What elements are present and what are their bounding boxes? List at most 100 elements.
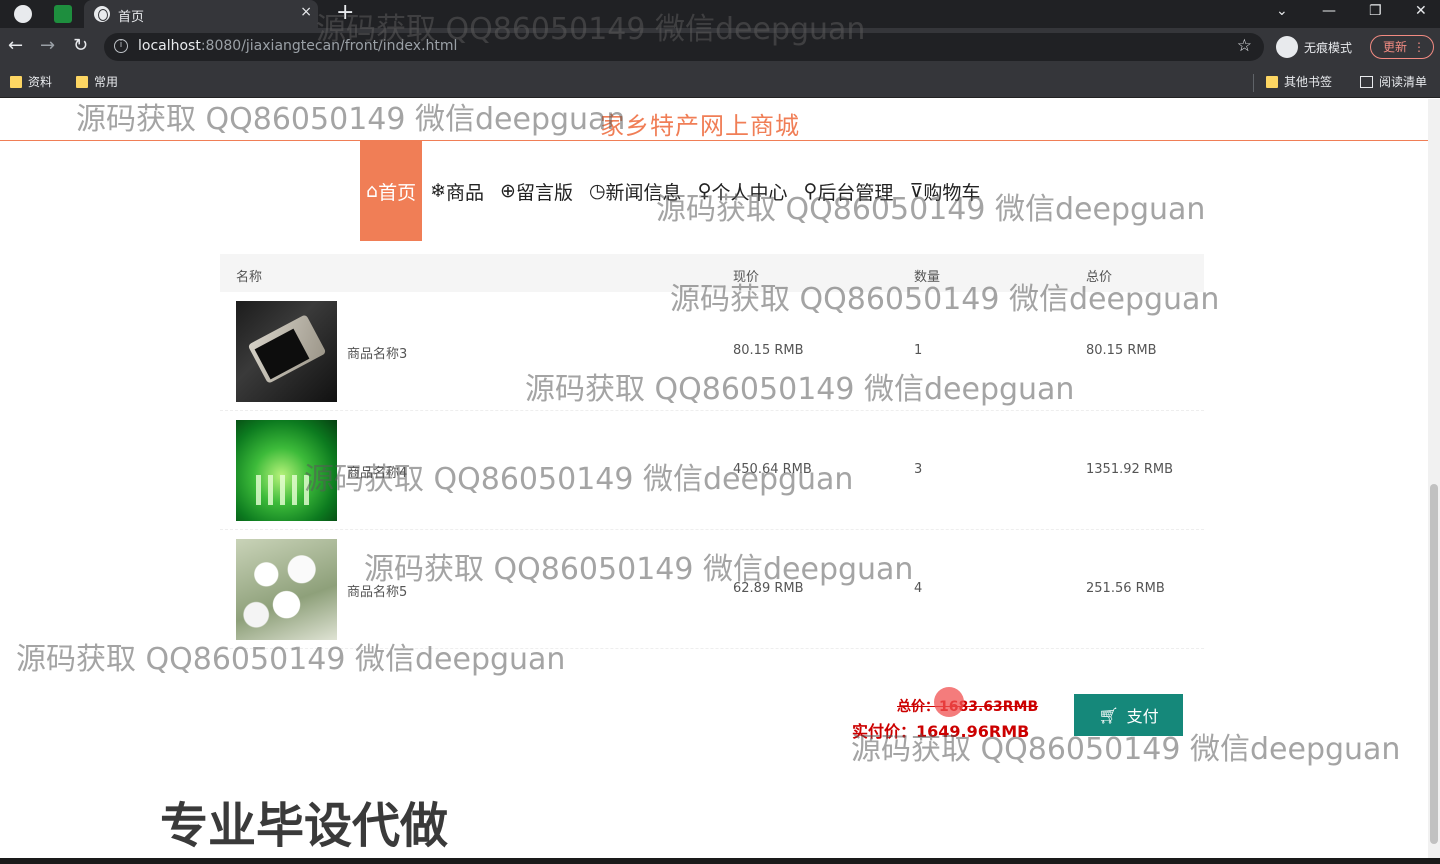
cart-row: 商品名称4 450.64 RMB 3 1351.92 RMB: [220, 411, 1204, 530]
update-label: 更新: [1383, 40, 1408, 54]
pay-label: 支付: [1126, 707, 1159, 726]
header-qty: 数量: [914, 270, 941, 285]
cart-row: 商品名称3 80.15 RMB 1 80.15 RMB: [220, 292, 1204, 411]
product-qty: 1: [914, 343, 923, 358]
reading-list-label: 阅读清单: [1379, 75, 1428, 89]
bookmark-folder-changyong[interactable]: 常用: [76, 73, 118, 90]
other-bookmarks[interactable]: 其他书签: [1266, 73, 1332, 90]
site-title: 家乡特产网上商城: [600, 112, 800, 140]
user-icon: ♀: [697, 180, 712, 202]
nav-label: 购物车: [923, 181, 981, 204]
tab-search-chevron-icon[interactable]: ⌄: [1276, 3, 1288, 19]
total-actual-price: 实付价：1649.96RMB: [852, 722, 1030, 741]
reading-list-icon: [1360, 75, 1373, 88]
tab-search-icon[interactable]: [54, 5, 72, 23]
incognito-label: 无痕模式: [1304, 40, 1353, 55]
clock-icon: ◷: [588, 180, 606, 202]
nav-label: 后台管理: [817, 181, 894, 204]
bookmark-divider: [1253, 74, 1254, 92]
product-total: 80.15 RMB: [1086, 343, 1157, 358]
bookmark-label: 常用: [94, 75, 119, 89]
bookmark-folder-ziliao[interactable]: 资料: [10, 73, 52, 90]
folder-icon: [1266, 75, 1278, 88]
product-image-phone[interactable]: [236, 301, 337, 402]
more-menu-icon[interactable]: ⋮: [1413, 36, 1425, 58]
product-image-flower[interactable]: [236, 539, 337, 640]
folder-icon: [76, 75, 88, 88]
url-path: :8080/jiaxiangtecan/front/index.html: [200, 38, 458, 54]
cart-summary: 总价：1683.63RMB 实付价：1649.96RMB 🛒︎ 支付: [220, 674, 1204, 764]
browser-tab-strip: 首页 × + ⌄ — ❐ ✕: [0, 0, 1440, 28]
minimize-icon[interactable]: —: [1322, 3, 1336, 19]
bookmark-star-icon[interactable]: ☆: [1237, 36, 1252, 56]
cart-icon: ⊽: [909, 180, 924, 202]
pay-button[interactable]: 🛒︎ 支付: [1074, 694, 1183, 736]
message-icon: ⊕: [500, 180, 516, 202]
site-info-icon[interactable]: i: [114, 39, 128, 53]
url-host: localhost: [138, 38, 201, 54]
snowflake-icon: ❄: [430, 180, 446, 202]
cart-row: 商品名称5 62.89 RMB 4 251.56 RMB: [220, 530, 1204, 649]
product-price: 450.64 RMB: [733, 462, 812, 477]
browser-toolbar: ← → ↻ i localhost:8080/jiaxiangtecan/fro…: [0, 28, 1440, 66]
product-price: 62.89 RMB: [733, 581, 804, 596]
nav-profile[interactable]: ♀ 个人中心: [690, 141, 796, 241]
nav-label: 首页: [378, 181, 417, 204]
incognito-icon: [1276, 36, 1298, 58]
cart-header-row: 名称 现价 数量 总价: [220, 254, 1204, 292]
nav-news[interactable]: ◷ 新闻信息: [581, 141, 690, 241]
product-name[interactable]: 商品名称5: [347, 581, 407, 600]
product-image-green[interactable]: [236, 420, 337, 521]
main-nav: ⌂ 首页 ❄ 商品 ⊕ 留言版 ◷ 新闻信息 ♀ 个人中心 ⚲ 后台管理 ⊽ 购物车: [360, 141, 988, 241]
bottom-edge: [0, 858, 1440, 864]
header-name: 名称: [236, 270, 263, 285]
header-total: 总价: [1086, 270, 1113, 285]
address-bar[interactable]: i localhost:8080/jiaxiangtecan/front/ind…: [104, 33, 1264, 61]
product-qty: 4: [914, 581, 923, 596]
bookmarks-bar: 资料 常用 其他书签 阅读清单: [0, 66, 1440, 98]
site-header: 家乡特产网上商城: [0, 99, 1428, 141]
total-original-price: 总价：1683.63RMB: [897, 699, 1039, 715]
nav-cart[interactable]: ⊽ 购物车: [901, 141, 988, 241]
reading-list[interactable]: 阅读清单: [1360, 73, 1427, 90]
product-name[interactable]: 商品名称4: [347, 462, 407, 481]
close-window-icon[interactable]: ✕: [1415, 3, 1427, 19]
product-price: 80.15 RMB: [733, 343, 804, 358]
web-page: 家乡特产网上商城 ⌂ 首页 ❄ 商品 ⊕ 留言版 ◷ 新闻信息 ♀ 个人中心 ⚲ 后台管理 …: [0, 99, 1440, 864]
nav-messages[interactable]: ⊕ 留言版: [492, 141, 581, 241]
product-name[interactable]: 商品名称3: [347, 343, 407, 362]
url-text[interactable]: localhost:8080/jiaxiangtecan/front/index…: [138, 38, 457, 54]
link-icon: ⚲: [803, 180, 818, 202]
reload-icon[interactable]: ↻: [73, 36, 88, 56]
bookmark-label: 资料: [28, 75, 53, 89]
update-button[interactable]: 更新 ⋮: [1370, 35, 1434, 59]
browser-app-icon[interactable]: [14, 5, 32, 23]
forward-icon[interactable]: →: [40, 36, 55, 56]
nav-label: 个人中心: [711, 181, 788, 204]
page-scrollbar[interactable]: [1428, 99, 1440, 864]
tab-close-icon[interactable]: ×: [300, 4, 312, 20]
home-icon: ⌂: [366, 180, 379, 202]
back-icon[interactable]: ←: [8, 36, 23, 56]
nav-home[interactable]: ⌂ 首页: [360, 141, 423, 241]
nav-label: 商品: [446, 181, 485, 204]
nav-label: 新闻信息: [605, 181, 682, 204]
restore-icon[interactable]: ❐: [1369, 3, 1382, 19]
incognito-indicator[interactable]: 无痕模式: [1276, 35, 1352, 59]
cursor-highlight: [934, 687, 964, 717]
header-price: 现价: [733, 270, 760, 285]
tab-title: 首页: [118, 10, 145, 25]
promo-overlay-text: 专业毕设代做: [160, 798, 449, 854]
new-tab-button[interactable]: +: [336, 1, 354, 25]
globe-icon: [94, 6, 110, 22]
folder-icon: [10, 75, 22, 88]
product-qty: 3: [914, 462, 923, 477]
cart-icon: 🛒︎: [1098, 705, 1119, 725]
product-total: 1351.92 RMB: [1086, 462, 1174, 477]
browser-tab-active[interactable]: 首页 ×: [84, 0, 318, 28]
scrollbar-thumb[interactable]: [1430, 484, 1438, 844]
product-total: 251.56 RMB: [1086, 581, 1165, 596]
nav-products[interactable]: ❄ 商品: [422, 141, 492, 241]
nav-admin[interactable]: ⚲ 后台管理: [796, 141, 902, 241]
nav-label: 留言版: [515, 181, 573, 204]
